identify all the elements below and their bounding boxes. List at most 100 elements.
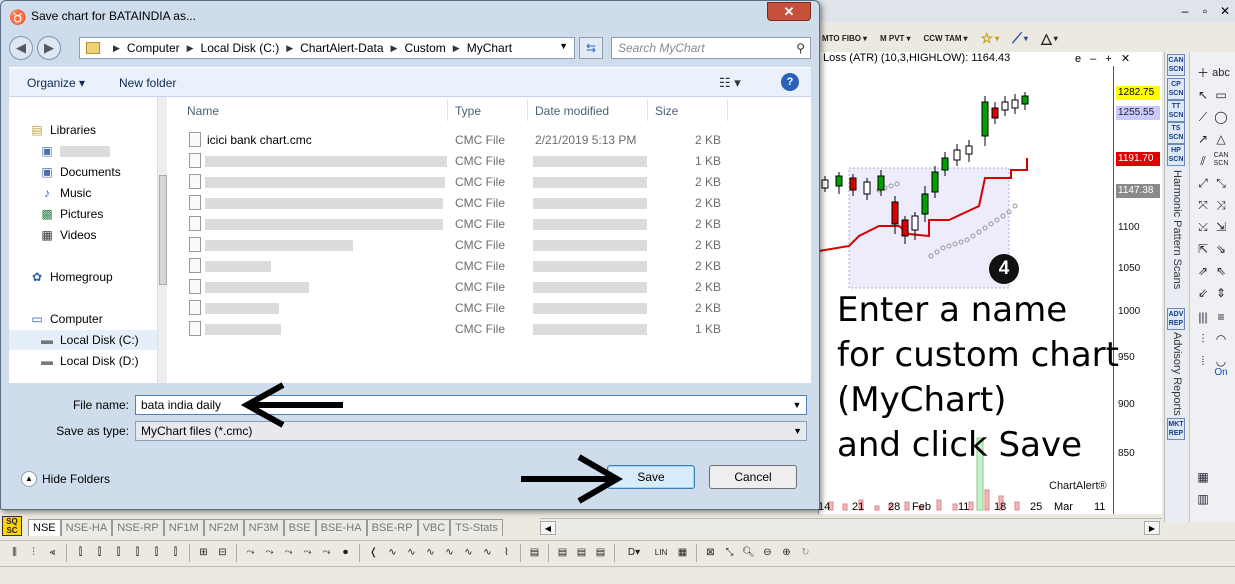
trendline-icon[interactable]: ⟋ ▾ [1008, 27, 1032, 49]
tab-ts-stats[interactable]: TS-Stats [450, 519, 503, 536]
pattern-icon[interactable]: ⤢ [1194, 174, 1212, 192]
dialog-titlebar[interactable]: ♉ Save chart for BATAINDIA as... ✕ [1, 1, 819, 31]
column-divider[interactable] [527, 99, 528, 121]
record-icon[interactable]: ⏺ [337, 544, 354, 562]
candle-icon[interactable]: ⫿ [167, 544, 184, 562]
column-size[interactable]: Size [655, 104, 678, 118]
nav-scrollbar[interactable] [157, 97, 167, 383]
pattern-icon[interactable]: ⤳ [280, 544, 297, 562]
price-chart[interactable]: Loss (ATR) (10,3,HIGHLOW): 1164.43 e – +… [818, 52, 1162, 514]
tab-bse[interactable]: BSE [283, 519, 316, 536]
chevron-right-icon[interactable]: ▶ [113, 43, 120, 54]
pattern-icon[interactable]: ⤳ [318, 544, 335, 562]
linear-scale-icon[interactable]: LIN [650, 544, 672, 562]
back-icon[interactable]: ◀ [9, 36, 33, 60]
crosshair-icon[interactable]: ＋ [1194, 64, 1212, 82]
tab-bse-rp[interactable]: BSE-RP [366, 519, 418, 536]
indicator-icon[interactable]: ⫼ [6, 544, 23, 562]
candle-icon[interactable]: ⫿ [72, 544, 89, 562]
candle-icon[interactable]: ⫿ [110, 544, 127, 562]
nav-local-disk-c[interactable]: ▬ Local Disk (C:) [9, 330, 157, 350]
study-icon[interactable]: ⊟ [214, 544, 231, 562]
tam-button[interactable]: CCW TAM ▾ [919, 27, 971, 49]
gann-icon[interactable]: ||| [1194, 308, 1212, 326]
triangle-tool-icon[interactable]: △ [1212, 130, 1230, 148]
nav-homegroup[interactable]: ✿ Homegroup [29, 270, 113, 284]
file-row[interactable]: CMC File 2 KB [167, 171, 767, 192]
pattern-icon[interactable]: ⇱ [1194, 240, 1212, 258]
chevron-right-icon[interactable]: ▶ [286, 43, 293, 54]
parallel-icon[interactable]: ⫽ [1194, 152, 1212, 170]
nav-music[interactable]: ♪ Music [39, 186, 91, 200]
chevron-down-icon[interactable]: ▼ [559, 41, 568, 51]
chevron-down-icon[interactable]: ▼ [793, 422, 802, 440]
chart-horizontal-scrollbar[interactable]: ◀ ▶ [540, 518, 1162, 536]
hp-scan-button[interactable]: HP SCN [1167, 144, 1185, 166]
rectangle-icon[interactable]: ▭ [1212, 86, 1230, 104]
report-icon[interactable]: ▤ [526, 544, 543, 562]
chevron-down-icon[interactable]: ▼ [789, 396, 805, 414]
pointer-icon[interactable]: ↖ [1194, 86, 1212, 104]
pattern-icon[interactable]: ⇲ [1212, 218, 1230, 236]
file-row[interactable]: CMC File 2 KB [167, 276, 767, 297]
organize-button[interactable]: Organize ▾ [27, 76, 85, 90]
candle-icon[interactable]: ⫿ [91, 544, 108, 562]
tab-vbc[interactable]: VBC [417, 519, 451, 536]
breadcrumb-computer[interactable]: Computer [127, 41, 180, 55]
file-row[interactable]: CMC File 2 KB [167, 234, 767, 255]
scroll-right-icon[interactable]: ▶ [1144, 521, 1160, 535]
fib-icon[interactable]: ≡ [1212, 308, 1230, 326]
abc-wave-icon[interactable]: ⌇ [498, 544, 515, 562]
nav-left-icon[interactable]: ❬ [365, 544, 382, 562]
chart-header-controls[interactable]: e – + ✕ [1075, 52, 1133, 65]
nav-pictures[interactable]: ▩ Pictures [39, 207, 103, 221]
indicator-icon[interactable]: ⫶ [25, 544, 42, 562]
file-row[interactable]: CMC File 2 KB [167, 192, 767, 213]
wave-icon[interactable]: ∿ [441, 544, 458, 562]
cancel-button[interactable]: Cancel [709, 465, 797, 489]
pattern-icon[interactable]: ⤡ [1212, 174, 1230, 192]
report-icon[interactable]: ▤ [573, 544, 590, 562]
grid-icon[interactable]: ▦ [674, 544, 691, 562]
chevron-right-icon[interactable]: ▶ [187, 43, 194, 54]
nav-local-disk-d[interactable]: ▬ Local Disk (D:) [39, 354, 139, 368]
column-type[interactable]: Type [455, 104, 481, 118]
wave-icon[interactable]: ∿ [384, 544, 401, 562]
tab-nse[interactable]: NSE [28, 519, 61, 536]
wave-icon[interactable]: ∿ [403, 544, 420, 562]
pivot-button[interactable]: M PVT ▾ [876, 27, 914, 49]
breadcrumb-mychart[interactable]: MyChart [467, 41, 512, 55]
fibo-button[interactable]: MTO FIBO ▾ [818, 27, 871, 49]
column-name[interactable]: Name [187, 104, 219, 118]
wave-icon[interactable]: ∿ [422, 544, 439, 562]
report-icon[interactable]: ▤ [592, 544, 609, 562]
chevron-right-icon[interactable]: ▶ [453, 43, 460, 54]
nav-redacted-library[interactable]: ▣ [39, 144, 110, 158]
can-scan-button[interactable]: CAN SCN [1167, 54, 1185, 76]
column-divider[interactable] [447, 99, 448, 121]
zoom-icon[interactable]: 🔍︎ [740, 544, 757, 562]
pattern-icon[interactable]: ⇗ [1194, 262, 1212, 280]
zoom-out-icon[interactable]: ⊖ [759, 544, 776, 562]
new-folder-button[interactable]: New folder [119, 76, 176, 90]
adv-report-button[interactable]: ADV REP [1167, 308, 1185, 330]
restore-button[interactable]: ▫ [1199, 4, 1211, 18]
pattern-icon[interactable]: ⤧ [1194, 196, 1212, 214]
tab-nf3m[interactable]: NF3M [243, 519, 284, 536]
grid-icon[interactable]: ▦ [1194, 468, 1212, 486]
column-divider[interactable] [727, 99, 728, 121]
file-row[interactable]: CMC File 1 KB [167, 150, 767, 171]
view-options-icon[interactable]: ☷ ▾ [719, 75, 741, 91]
file-row[interactable]: CMC File 1 KB [167, 318, 767, 339]
tab-nf2m[interactable]: NF2M [203, 519, 244, 536]
arc-icon[interactable]: ◠ [1212, 330, 1230, 348]
cp-scan-button[interactable]: CP SCN [1167, 78, 1185, 100]
tab-bse-ha[interactable]: BSE-HA [315, 519, 367, 536]
text-tool-icon[interactable]: abc [1212, 64, 1230, 82]
forward-icon[interactable]: ▶ [37, 36, 61, 60]
close-app-button[interactable]: ✕ [1219, 4, 1231, 18]
breadcrumb-custom[interactable]: Custom [404, 41, 445, 55]
nav-videos[interactable]: ▦ Videos [39, 228, 96, 242]
scrollbar-thumb[interactable] [159, 175, 167, 285]
harmonic-pattern-scans-label[interactable]: Harmonic Pattern Scans [1171, 170, 1183, 289]
